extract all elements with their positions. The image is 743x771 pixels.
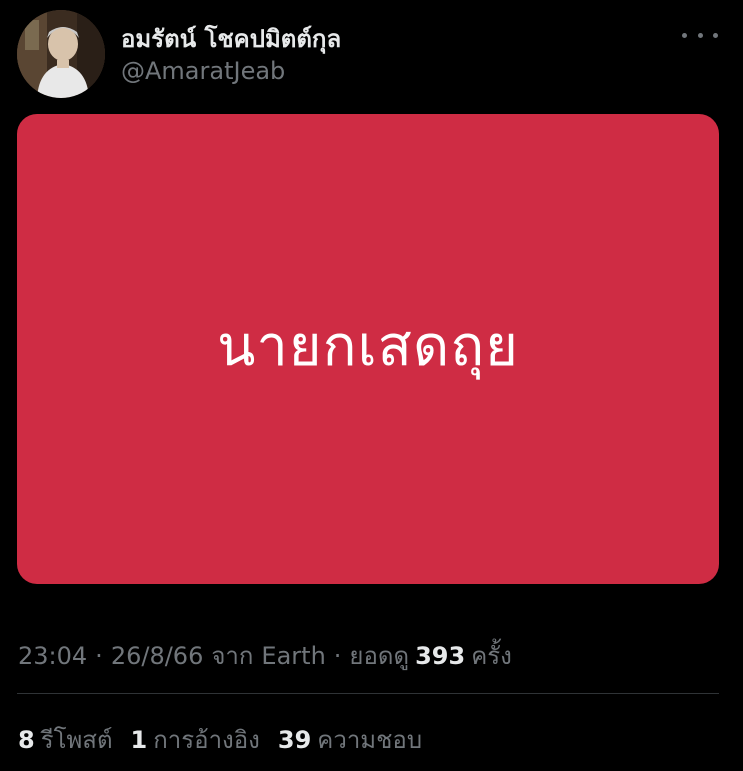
views-count: 393 <box>415 642 466 670</box>
tweet-source[interactable]: Earth <box>261 642 325 670</box>
more-dot <box>682 32 687 38</box>
more-dot <box>713 32 718 38</box>
more-horizontal-icon[interactable] <box>682 24 718 46</box>
author-handle[interactable]: @AmaratJeab <box>121 57 285 85</box>
avatar[interactable] <box>17 10 105 98</box>
tweet-date[interactable]: 26/8/66 <box>111 642 204 670</box>
meta-separator: · <box>333 642 342 670</box>
media-text: นายกเสดถุย <box>217 313 519 379</box>
views-label: ยอดดู <box>349 642 410 670</box>
source-prefix: จาก <box>211 642 254 670</box>
tweet-media-card[interactable]: นายกเสดถุย <box>17 114 719 584</box>
meta-separator: · <box>95 642 103 670</box>
likes-stat[interactable]: 39 ความชอบ <box>278 720 422 759</box>
quotes-label: การอ้างอิง <box>153 726 260 754</box>
tweet-stats: 8 รีโพสต์ 1 การอ้างอิง 39 ความชอบ <box>18 720 440 759</box>
more-dot <box>697 32 703 38</box>
retweets-label: รีโพสต์ <box>40 726 113 754</box>
tweet-header: อมรัตน์ โชคปมิตต์กุล @AmaratJeab <box>0 0 743 110</box>
views-suffix: ครั้ง <box>471 642 512 670</box>
quotes-stat[interactable]: 1 การอ้างอิง <box>131 720 260 759</box>
tweet-meta: 23:04 · 26/8/66 จาก Earth · ยอดดู 393 คร… <box>18 636 512 675</box>
likes-count: 39 <box>277 726 312 754</box>
retweets-stat[interactable]: 8 รีโพสต์ <box>18 720 113 759</box>
avatar-image <box>17 10 105 98</box>
author-display-name[interactable]: อมรัตน์ โชคปมิตต์กุล <box>121 19 341 58</box>
divider <box>17 693 719 694</box>
quotes-count: 1 <box>130 726 148 754</box>
tweet-time[interactable]: 23:04 <box>18 642 87 670</box>
retweets-count: 8 <box>18 726 35 754</box>
likes-label: ความชอบ <box>317 726 423 754</box>
